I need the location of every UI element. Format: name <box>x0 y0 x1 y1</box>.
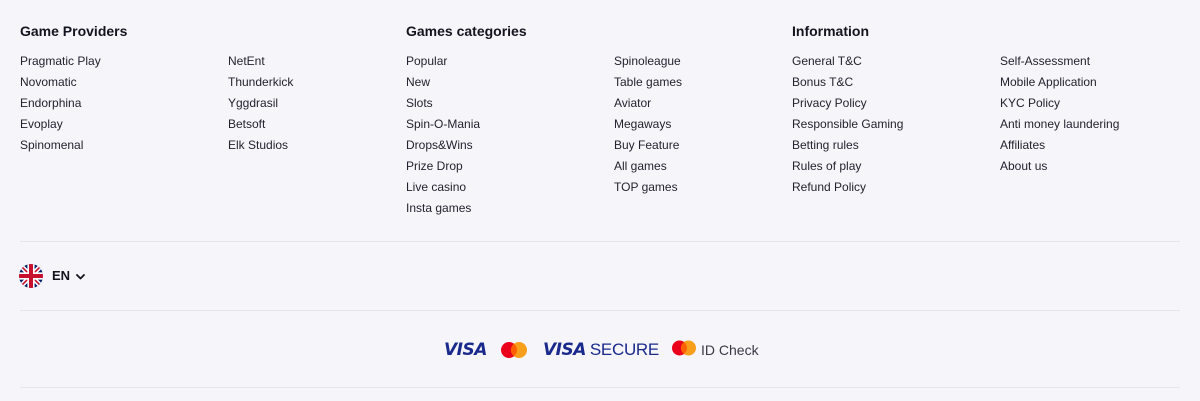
visa-secure-brand: VISA <box>543 340 586 360</box>
category-link[interactable]: Live casino <box>406 180 614 201</box>
info-link[interactable]: Self-Assessment <box>1000 54 1200 75</box>
id-check-text: ID Check <box>701 342 759 358</box>
information-column-1: General T&C Bonus T&C Privacy Policy Res… <box>792 54 1000 201</box>
footer-divider <box>20 387 1180 388</box>
info-link[interactable]: Betting rules <box>792 138 1000 159</box>
info-link[interactable]: Rules of play <box>792 159 1000 180</box>
site-footer: Game Providers Pragmatic Play Novomatic … <box>0 0 1200 401</box>
category-link[interactable]: New <box>406 75 614 96</box>
category-link[interactable]: Prize Drop <box>406 159 614 180</box>
category-link[interactable]: Aviator <box>614 96 822 117</box>
provider-link[interactable]: Yggdrasil <box>228 96 436 117</box>
info-link[interactable]: Responsible Gaming <box>792 117 1000 138</box>
category-link[interactable]: TOP games <box>614 180 822 201</box>
category-link[interactable]: Popular <box>406 54 614 75</box>
provider-link[interactable]: Betsoft <box>228 117 436 138</box>
provider-link[interactable]: Pragmatic Play <box>20 54 228 75</box>
provider-link[interactable]: Thunderkick <box>228 75 436 96</box>
category-link[interactable]: Megaways <box>614 117 822 138</box>
info-link[interactable]: Bonus T&C <box>792 75 1000 96</box>
visa-secure-text: SECURE <box>589 340 659 359</box>
footer-divider <box>20 241 1180 242</box>
providers-column-2: NetEnt Thunderkick Yggdrasil Betsoft Elk… <box>228 54 436 159</box>
footer-divider <box>20 310 1180 311</box>
category-link[interactable]: Buy Feature <box>614 138 822 159</box>
information-title: Information <box>792 23 869 39</box>
mastercard-id-check-logo: ID Check <box>671 336 759 364</box>
chevron-down-icon <box>76 267 85 285</box>
uk-flag-icon <box>19 264 43 288</box>
game-providers-title: Game Providers <box>20 23 128 39</box>
category-link[interactable]: All games <box>614 159 822 180</box>
info-link[interactable]: KYC Policy <box>1000 96 1200 117</box>
mastercard-icon <box>500 336 528 364</box>
information-column-2: Self-Assessment Mobile Application KYC P… <box>1000 54 1200 201</box>
provider-link[interactable]: Elk Studios <box>228 138 436 159</box>
language-code: EN <box>52 268 71 283</box>
games-categories-section: Games categories Popular New Slots Spin-… <box>406 22 822 222</box>
game-providers-section: Game Providers Pragmatic Play Novomatic … <box>20 22 436 159</box>
visa-secure-logo: VISA SECURE <box>543 336 659 364</box>
info-link[interactable]: Anti money laundering <box>1000 117 1200 138</box>
providers-column-1: Pragmatic Play Novomatic Endorphina Evop… <box>20 54 228 159</box>
category-link[interactable]: Table games <box>614 75 822 96</box>
category-link[interactable]: Drops&Wins <box>406 138 614 159</box>
provider-link[interactable]: NetEnt <box>228 54 436 75</box>
mastercard-icon <box>671 339 697 362</box>
provider-link[interactable]: Novomatic <box>20 75 228 96</box>
games-categories-title: Games categories <box>406 23 527 39</box>
category-link[interactable]: Insta games <box>406 201 614 222</box>
payment-methods: VISA VISA SECURE ID Check <box>0 336 1200 364</box>
info-link[interactable]: Privacy Policy <box>792 96 1000 117</box>
visa-logo: VISA <box>444 340 487 360</box>
category-link[interactable]: Spinoleague <box>614 54 822 75</box>
categories-column-1: Popular New Slots Spin-O-Mania Drops&Win… <box>406 54 614 222</box>
info-link[interactable]: Refund Policy <box>792 180 1000 201</box>
provider-link[interactable]: Spinomenal <box>20 138 228 159</box>
information-section: Information General T&C Bonus T&C Privac… <box>792 22 1200 201</box>
categories-column-2: Spinoleague Table games Aviator Megaways… <box>614 54 822 222</box>
info-link[interactable]: Mobile Application <box>1000 75 1200 96</box>
provider-link[interactable]: Evoplay <box>20 117 228 138</box>
provider-link[interactable]: Endorphina <box>20 96 228 117</box>
info-link[interactable]: Affiliates <box>1000 138 1200 159</box>
info-link[interactable]: About us <box>1000 159 1200 180</box>
info-link[interactable]: General T&C <box>792 54 1000 75</box>
category-link[interactable]: Slots <box>406 96 614 117</box>
category-link[interactable]: Spin-O-Mania <box>406 117 614 138</box>
language-selector[interactable]: EN <box>19 264 85 288</box>
